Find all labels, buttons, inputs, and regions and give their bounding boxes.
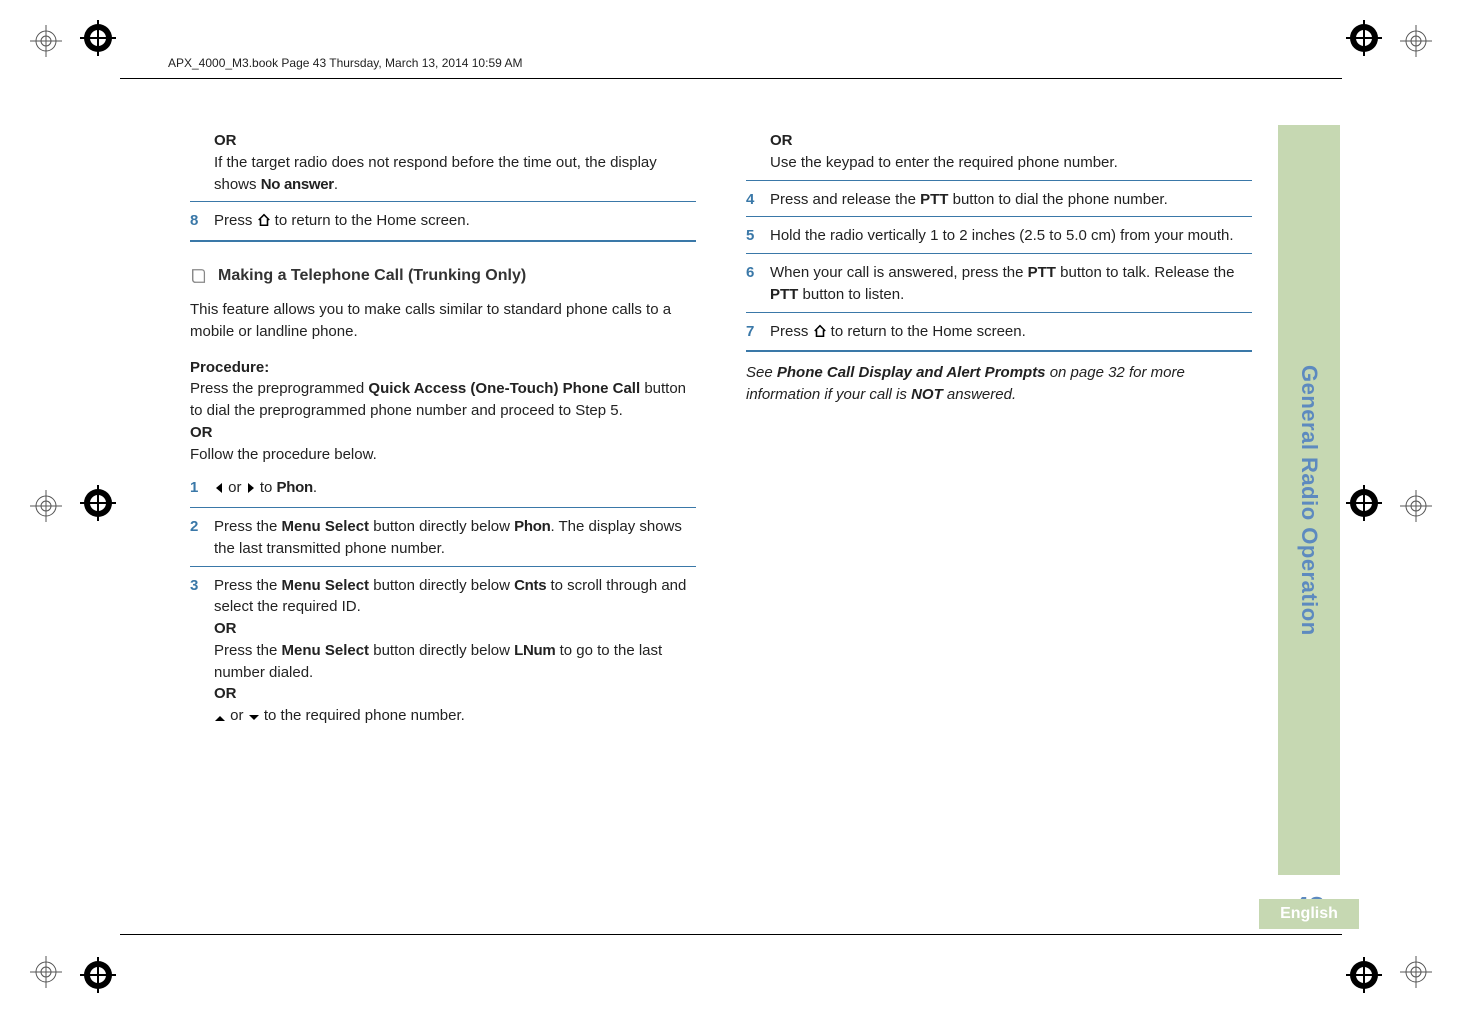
step-6: 6 When your call is answered, press the … xyxy=(746,262,1252,306)
step-1: 1 or to Phon. xyxy=(190,477,696,501)
paragraph: Press the preprogrammed Quick Access (On… xyxy=(190,378,696,422)
display-text: Phon xyxy=(514,518,550,535)
paragraph: If the target radio does not respond bef… xyxy=(214,152,696,196)
text: PTT xyxy=(1028,264,1056,281)
page-content: OR If the target radio does not respond … xyxy=(190,130,1252,913)
footer-rule xyxy=(120,934,1342,935)
step-number: 1 xyxy=(190,477,204,501)
text: to return to the Home screen. xyxy=(271,212,470,229)
text: Quick Access (One-Touch) Phone Call xyxy=(368,380,640,397)
text: button to dial the phone number. xyxy=(948,191,1167,208)
text: to return to the Home screen. xyxy=(827,323,1026,340)
text: Press xyxy=(770,323,813,340)
text: . xyxy=(334,176,338,193)
crop-mark-icon xyxy=(1346,20,1382,56)
or-label: OR xyxy=(770,130,1252,152)
registration-mark-icon xyxy=(1400,956,1432,988)
crop-mark-icon xyxy=(80,485,116,521)
home-icon xyxy=(813,323,827,345)
or-label: OR xyxy=(214,683,696,705)
page-header: APX_4000_M3.book Page 43 Thursday, March… xyxy=(168,56,522,70)
text: or xyxy=(226,707,248,724)
section-heading: Making a Telephone Call (Trunking Only) xyxy=(190,264,696,287)
text: Menu Select xyxy=(282,577,370,594)
text: See xyxy=(746,364,777,381)
text: answered. xyxy=(943,386,1016,403)
paragraph: Use the keypad to enter the required pho… xyxy=(770,152,1252,174)
text: button to talk. Release the xyxy=(1056,264,1234,281)
step-number: 3 xyxy=(190,575,204,729)
text: Press xyxy=(214,212,257,229)
right-arrow-icon xyxy=(246,479,256,501)
right-column: OR Use the keypad to enter the required … xyxy=(746,130,1252,913)
text: or xyxy=(224,479,246,496)
registration-mark-icon xyxy=(30,490,62,522)
text: Press the preprogrammed xyxy=(190,380,368,397)
display-text: Phon xyxy=(277,479,313,496)
crop-mark-icon xyxy=(80,20,116,56)
text: button directly below xyxy=(369,577,514,594)
note-paragraph: See Phone Call Display and Alert Prompts… xyxy=(746,362,1252,406)
display-text: No answer xyxy=(261,176,334,193)
step-5: 5 Hold the radio vertically 1 to 2 inche… xyxy=(746,225,1252,247)
home-icon xyxy=(257,212,271,234)
down-arrow-icon xyxy=(248,707,260,729)
registration-mark-icon xyxy=(1400,25,1432,57)
step-8: 8 Press to return to the Home screen. xyxy=(190,210,696,234)
crop-mark-icon xyxy=(1346,957,1382,993)
text: Press the xyxy=(214,642,282,659)
intro-paragraph: This feature allows you to make calls si… xyxy=(190,299,696,343)
text: Menu Select xyxy=(282,518,370,535)
text: PTT xyxy=(920,191,948,208)
procedure-label: Procedure: xyxy=(190,357,696,379)
text: Hold the radio vertically 1 to 2 inches … xyxy=(770,225,1252,247)
text: Phone Call Display and Alert Prompts xyxy=(777,364,1046,381)
text: Menu Select xyxy=(282,642,370,659)
paragraph: Follow the procedure below. xyxy=(190,444,696,466)
section-title-text: Making a Telephone Call (Trunking Only) xyxy=(218,264,526,287)
text: Press the xyxy=(214,577,282,594)
or-label: OR xyxy=(214,618,696,640)
sidebar: General Radio Operation 43 English xyxy=(1278,125,1340,929)
crop-mark-icon xyxy=(1346,485,1382,521)
text: to xyxy=(256,479,277,496)
text: PTT xyxy=(770,286,798,303)
text: Press the xyxy=(214,518,282,535)
side-title: General Radio Operation xyxy=(1296,365,1322,636)
registration-mark-icon xyxy=(30,25,62,57)
left-arrow-icon xyxy=(214,479,224,501)
step-number: 2 xyxy=(190,516,204,560)
text: Press and release the xyxy=(770,191,920,208)
step-number: 8 xyxy=(190,210,204,234)
left-column: OR If the target radio does not respond … xyxy=(190,130,696,913)
text: When your call is answered, press the xyxy=(770,264,1028,281)
step-3: 3 Press the Menu Select button directly … xyxy=(190,575,696,729)
display-text: LNum xyxy=(514,642,555,659)
text: button directly below xyxy=(369,642,514,659)
or-label: OR xyxy=(214,130,696,152)
text: NOT xyxy=(911,386,943,403)
registration-mark-icon xyxy=(1400,490,1432,522)
step-4: 4 Press and release the PTT button to di… xyxy=(746,189,1252,211)
registration-mark-icon xyxy=(30,956,62,988)
text: button to listen. xyxy=(798,286,904,303)
side-tab: General Radio Operation xyxy=(1278,125,1340,875)
display-text: Cnts xyxy=(514,577,546,594)
step-2: 2 Press the Menu Select button directly … xyxy=(190,516,696,560)
step-number: 5 xyxy=(746,225,760,247)
language-label: English xyxy=(1259,899,1359,929)
up-arrow-icon xyxy=(214,707,226,729)
step-number: 6 xyxy=(746,262,760,306)
step-number: 4 xyxy=(746,189,760,211)
text: . xyxy=(313,479,317,496)
or-label: OR xyxy=(190,422,696,444)
book-icon xyxy=(190,267,208,285)
text: to the required phone number. xyxy=(260,707,465,724)
step-number: 7 xyxy=(746,321,760,345)
text: button directly below xyxy=(369,518,514,535)
header-rule xyxy=(120,78,1342,79)
crop-mark-icon xyxy=(80,957,116,993)
step-7: 7 Press to return to the Home screen. xyxy=(746,321,1252,345)
